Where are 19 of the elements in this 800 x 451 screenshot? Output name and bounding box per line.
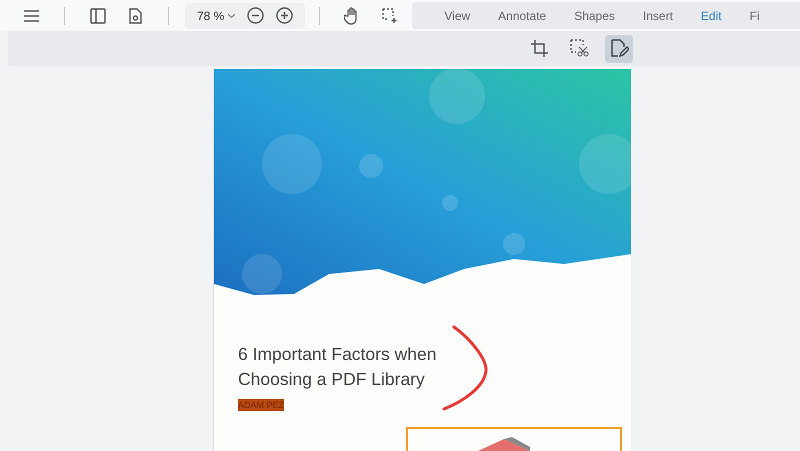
menu-tab[interactable]: Insert (628, 6, 687, 24)
author-name: ADAM PEZ (238, 399, 284, 411)
zoom-in-icon[interactable] (276, 7, 294, 24)
menu-tab[interactable]: Fi (736, 6, 774, 24)
menu-icon[interactable] (24, 10, 39, 22)
menu-tab[interactable]: Annotate (484, 6, 560, 24)
sidebar-panel-icon[interactable] (90, 8, 106, 24)
document-pencil-tool-button[interactable] (605, 34, 633, 62)
illustration-drawing (478, 437, 530, 451)
document-title: 6 Important Factors when Choosing a PDF Library (238, 343, 438, 391)
crop-icon (530, 39, 548, 58)
menu-tab[interactable]: Edit (686, 6, 736, 24)
zoom-out-icon[interactable] (247, 7, 264, 24)
document-pencil-icon (610, 39, 628, 58)
marquee-select-icon[interactable] (382, 8, 398, 23)
chevron-down-icon (228, 14, 236, 18)
menu-tab[interactable]: View (430, 6, 484, 24)
menu-tab[interactable]: Shapes (560, 6, 629, 24)
scissors-select-icon (570, 39, 588, 58)
